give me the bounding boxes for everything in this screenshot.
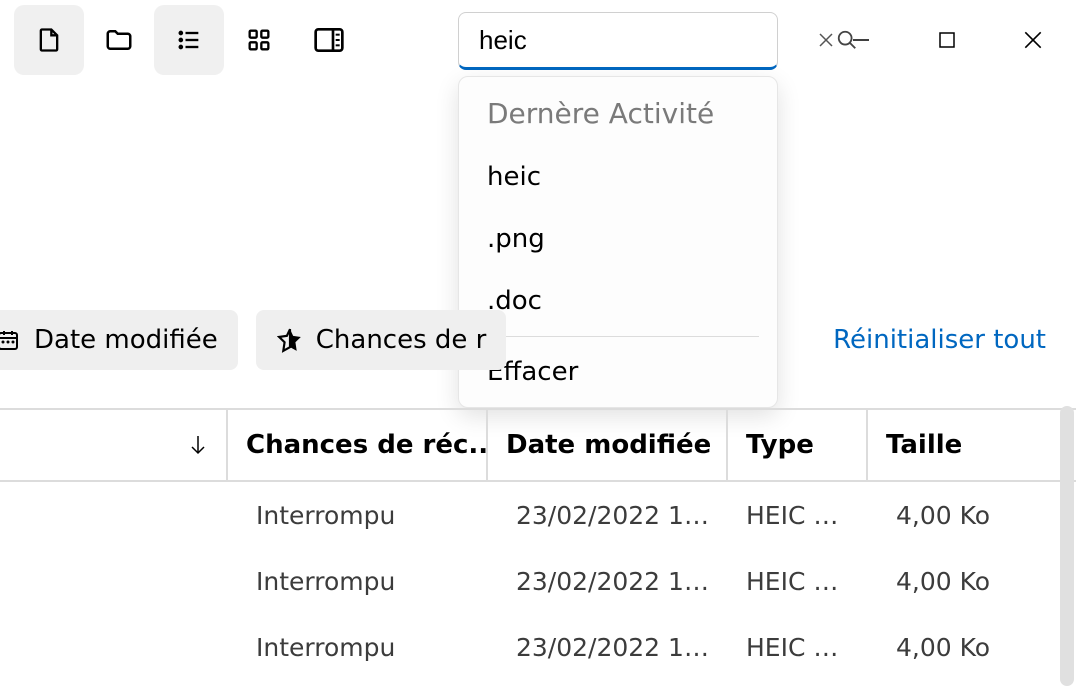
maximize-icon <box>937 30 957 50</box>
cell-size: 4,00 Ko <box>868 633 1048 662</box>
calendar-icon <box>0 326 22 354</box>
search-input[interactable] <box>477 24 816 57</box>
close-icon <box>1022 29 1044 51</box>
x-icon <box>816 30 836 50</box>
new-document-button[interactable] <box>14 5 84 75</box>
cell-size: 4,00 Ko <box>868 501 1048 530</box>
panel-icon <box>313 26 345 54</box>
grid-view-button[interactable] <box>224 5 294 75</box>
cell-recoverability: Interrompu <box>228 501 488 530</box>
cell-type: HEIC Fi... <box>728 567 868 596</box>
cell-type: HEIC Fi... <box>728 633 868 662</box>
table-header-size[interactable]: Taille <box>868 410 1048 480</box>
cell-recoverability: Interrompu <box>228 567 488 596</box>
grid-icon <box>245 26 273 54</box>
table-header-row: Chances de réc... Date modifiée Type Tai… <box>0 408 1076 482</box>
cell-recoverability: Interrompu <box>228 633 488 662</box>
star-icon <box>276 326 304 354</box>
document-icon <box>35 26 63 54</box>
cell-date: 23/02/2022 11:50 <box>488 633 728 662</box>
reset-all-link[interactable]: Réinitialiser tout <box>833 325 1046 355</box>
folder-button[interactable] <box>84 5 154 75</box>
window-close-button[interactable] <box>990 0 1076 80</box>
vertical-scrollbar[interactable] <box>1060 406 1074 686</box>
search-icon <box>836 29 858 51</box>
chip-label: Date modifiée <box>34 325 218 355</box>
table-header-date[interactable]: Date modifiée <box>488 410 728 480</box>
table-row[interactable]: Interrompu 23/02/2022 11:50 HEIC Fi... 4… <box>0 548 1076 614</box>
folder-icon <box>104 25 134 55</box>
table-header-sort[interactable] <box>0 410 228 480</box>
dropdown-item[interactable]: .png <box>459 208 777 270</box>
dropdown-item[interactable]: heic <box>459 146 777 208</box>
list-view-button[interactable] <box>154 5 224 75</box>
arrow-down-icon <box>188 433 208 457</box>
search-submit-button[interactable] <box>836 29 858 51</box>
filter-chip-recoverability[interactable]: Chances de r <box>256 310 507 370</box>
cell-date: 23/02/2022 11:50 <box>488 567 728 596</box>
chip-label: Chances de r <box>316 325 487 355</box>
filter-chip-date-modified[interactable]: Date modifiée <box>0 310 238 370</box>
search-box[interactable] <box>458 12 778 70</box>
table-header-recoverability[interactable]: Chances de réc... <box>228 410 488 480</box>
table-row[interactable]: Interrompu 23/02/2022 11:50 HEIC Fi... 4… <box>0 614 1076 680</box>
list-icon <box>175 26 203 54</box>
table-row[interactable]: Interrompu 23/02/2022 11:50 HEIC Fi... 4… <box>0 482 1076 548</box>
cell-size: 4,00 Ko <box>868 567 1048 596</box>
table-header-type[interactable]: Type <box>728 410 868 480</box>
search-clear-button[interactable] <box>816 30 836 50</box>
window-maximize-button[interactable] <box>904 0 990 80</box>
panel-view-button[interactable] <box>294 5 364 75</box>
cell-date: 23/02/2022 11:50 <box>488 501 728 530</box>
dropdown-header: Dernère Activité <box>459 81 777 146</box>
cell-type: HEIC Fi... <box>728 501 868 530</box>
